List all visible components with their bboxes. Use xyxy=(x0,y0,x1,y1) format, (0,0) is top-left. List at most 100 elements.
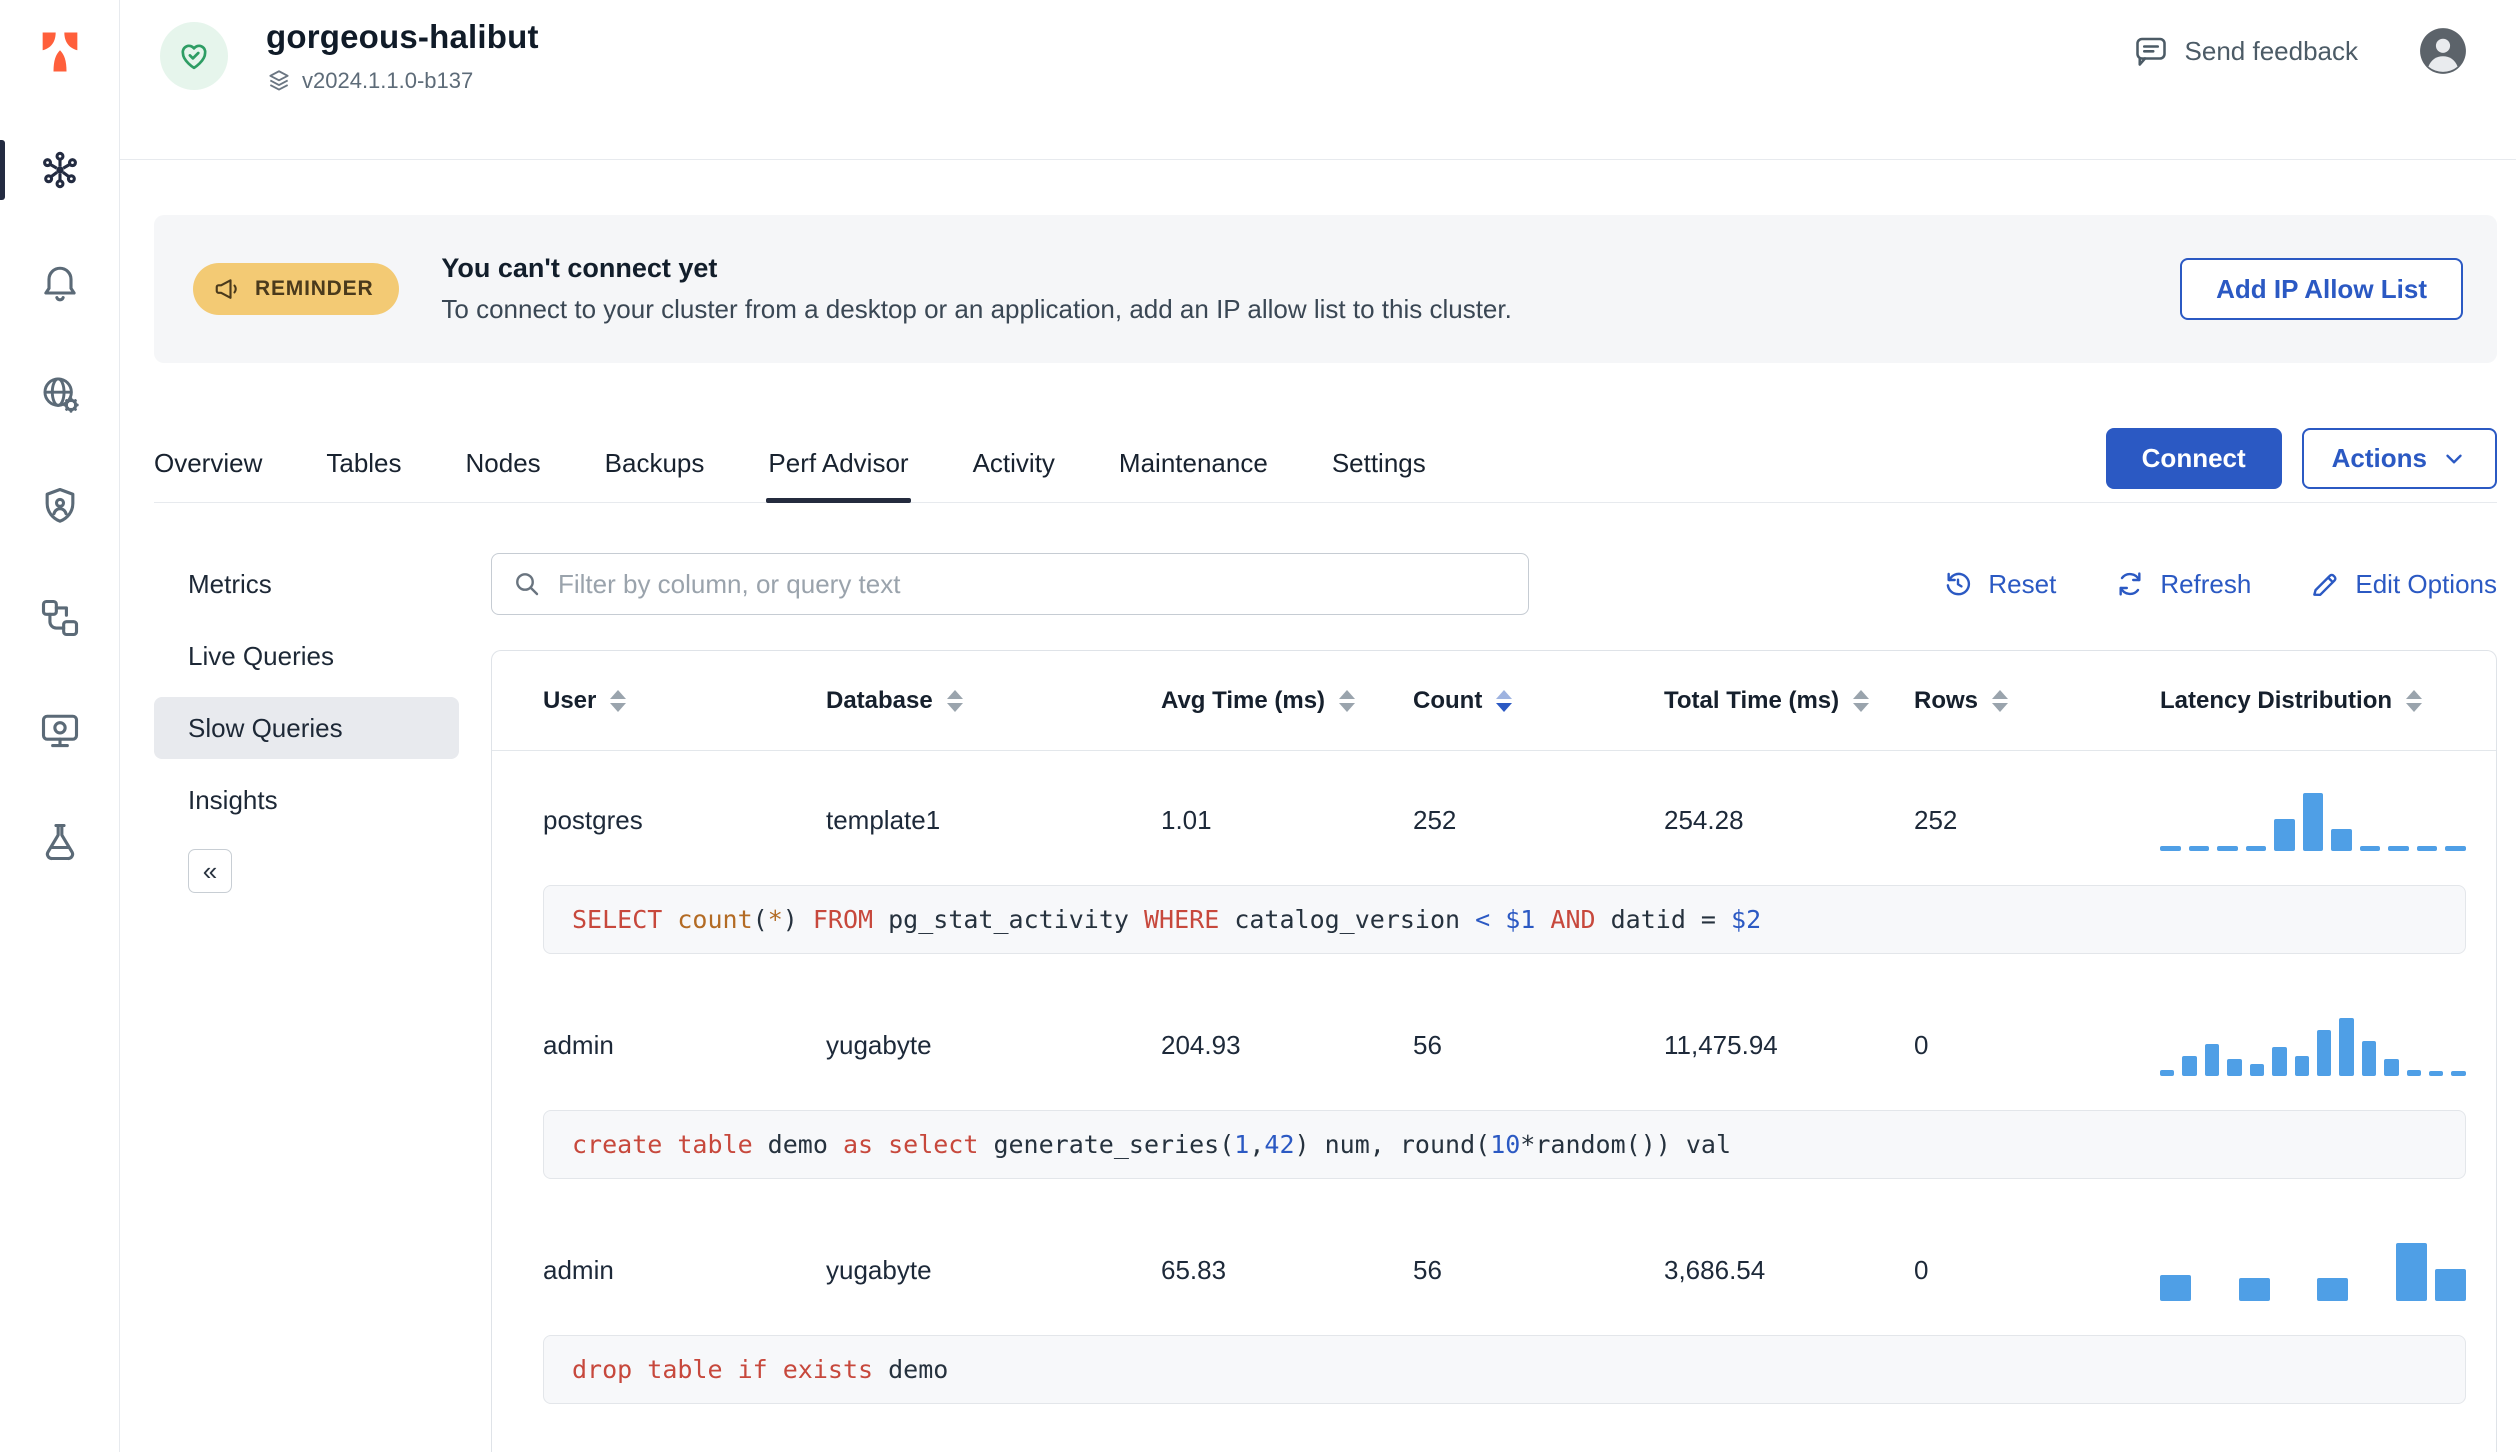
topbar-right: Send feedback xyxy=(2133,26,2468,76)
sidebar-item-usage[interactable] xyxy=(0,708,119,752)
cell-user: postgres xyxy=(543,804,643,835)
cell-latency xyxy=(2160,789,2467,851)
cell-total-time: 254.28 xyxy=(1664,804,1744,835)
sidebar-item-integrations[interactable] xyxy=(0,596,119,640)
cell-user: admin xyxy=(543,1254,614,1285)
search-icon xyxy=(511,568,543,600)
table-row[interactable]: admin yugabyte 65.83 56 3,686.54 0 xyxy=(492,1201,2496,1335)
sidebar-item-security[interactable] xyxy=(0,484,119,528)
version-label: v2024.1.1.0-b137 xyxy=(302,68,474,93)
sort-icon xyxy=(946,689,963,712)
cell-rows: 0 xyxy=(1914,1254,1929,1285)
sidebar-nav xyxy=(0,140,119,864)
clusters-icon xyxy=(42,151,77,189)
chevron-down-icon xyxy=(2446,454,2462,463)
add-ip-allow-list-button[interactable]: Add IP Allow List xyxy=(2180,258,2463,320)
cell-count: 252 xyxy=(1413,804,1457,835)
column-header-latency-distribution[interactable]: Latency Distribution xyxy=(2160,687,2466,715)
edit-options-label: Edit Options xyxy=(2355,568,2497,599)
actions-button[interactable]: Actions xyxy=(2301,428,2497,489)
slow-queries-panel: Reset Refresh xyxy=(491,553,2497,1452)
page-title: gorgeous-halibut xyxy=(266,18,539,55)
cell-avg-time: 65.83 xyxy=(1161,1254,1227,1285)
sidebar-item-clusters[interactable] xyxy=(0,140,119,200)
banner-text: You can't connect yet To connect to your… xyxy=(441,253,1511,325)
collapse-sidenav-button[interactable]: « xyxy=(188,849,232,893)
query-sql: SELECT count(*) FROM pg_stat_activity WH… xyxy=(572,905,1762,934)
shield-user-icon xyxy=(45,487,74,523)
sort-icon xyxy=(610,689,627,712)
refresh-button[interactable]: Refresh xyxy=(2114,568,2251,600)
tab-tables[interactable]: Tables xyxy=(326,425,401,502)
avatar[interactable] xyxy=(2418,26,2468,76)
megaphone-icon xyxy=(215,279,237,299)
bell-icon xyxy=(43,266,76,302)
banner-subtitle: To connect to your cluster from a deskto… xyxy=(441,294,1512,324)
actions-label: Actions xyxy=(2331,443,2427,473)
connect-button[interactable]: Connect xyxy=(2105,428,2282,489)
cell-total-time: 3,686.54 xyxy=(1664,1254,1766,1285)
reminder-badge-label: REMINDER xyxy=(255,277,374,300)
column-header-total-time[interactable]: Total Time (ms) xyxy=(1664,687,1914,715)
yugabyte-logo[interactable] xyxy=(0,0,119,78)
latency-histogram xyxy=(2160,1014,2466,1076)
feedback-bubble-icon xyxy=(2135,37,2166,66)
cell-rows: 0 xyxy=(1914,1029,1929,1060)
column-header-user[interactable]: User xyxy=(543,687,826,715)
tab-maintenance[interactable]: Maintenance xyxy=(1119,425,1268,502)
tab-activity[interactable]: Activity xyxy=(973,425,1055,502)
tab-backups[interactable]: Backups xyxy=(605,425,705,502)
send-feedback-button[interactable]: Send feedback xyxy=(2133,33,2358,69)
version-row: v2024.1.1.0-b137 xyxy=(266,68,539,94)
sort-icon xyxy=(1853,689,1870,712)
sidebar-item-labs[interactable] xyxy=(0,820,119,864)
cell-count: 56 xyxy=(1413,1254,1442,1285)
cell-rows: 252 xyxy=(1914,804,1958,835)
cluster-title-block: gorgeous-halibut v2024.1.1.0-b137 xyxy=(266,18,539,94)
cell-avg-time: 204.93 xyxy=(1161,1029,1241,1060)
main-row: Metrics Live Queries Slow Queries Insigh… xyxy=(154,553,2497,1452)
network-nodes-icon xyxy=(41,599,78,637)
tab-overview[interactable]: Overview xyxy=(154,425,262,502)
column-header-database[interactable]: Database xyxy=(826,687,1161,715)
send-feedback-label: Send feedback xyxy=(2184,35,2358,66)
cell-database: template1 xyxy=(826,804,941,835)
subnav-item-slow-queries[interactable]: Slow Queries xyxy=(154,697,459,759)
filter-wrap xyxy=(491,553,1529,615)
subnav-item-live-queries[interactable]: Live Queries xyxy=(154,625,459,687)
topbar: gorgeous-halibut v2024.1.1.0-b137 Send f… xyxy=(120,0,2516,160)
column-header-avg-time[interactable]: Avg Time (ms) xyxy=(1161,687,1413,715)
sort-icon xyxy=(2406,689,2423,712)
sidebar-item-regions[interactable] xyxy=(0,372,119,416)
query-text-box: SELECT count(*) FROM pg_stat_activity WH… xyxy=(543,885,2466,954)
flask-icon xyxy=(45,823,74,861)
slow-queries-table: User Database Avg Time (ms) Count Total … xyxy=(491,650,2497,1452)
table-row[interactable]: admin yugabyte 204.93 56 11,475.94 0 xyxy=(492,976,2496,1110)
latency-histogram xyxy=(2160,789,2467,851)
table-row[interactable]: postgres template1 1.01 252 254.28 252 xyxy=(492,751,2496,885)
sidebar-item-alerts[interactable] xyxy=(0,260,119,304)
tab-settings[interactable]: Settings xyxy=(1332,425,1426,502)
tabs-buttons: Connect Actions xyxy=(2105,428,2497,489)
refresh-icon xyxy=(2119,572,2141,596)
page: gorgeous-halibut v2024.1.1.0-b137 Send f… xyxy=(120,0,2516,1452)
cell-latency xyxy=(2160,1239,2466,1301)
billing-monitor-icon xyxy=(41,714,78,748)
filter-input[interactable] xyxy=(491,553,1529,615)
queries-toolbar: Reset Refresh xyxy=(491,553,2497,615)
reminder-banner: REMINDER You can't connect yet To connec… xyxy=(154,215,2497,363)
reset-history-icon xyxy=(1947,572,1971,596)
column-header-rows[interactable]: Rows xyxy=(1914,687,2160,715)
reminder-badge: REMINDER xyxy=(193,263,400,315)
query-sql: create table demo as select generate_ser… xyxy=(572,1130,1732,1159)
tab-nodes[interactable]: Nodes xyxy=(466,425,541,502)
pencil-icon xyxy=(2313,573,2337,596)
edit-options-button[interactable]: Edit Options xyxy=(2309,568,2497,600)
toolbar-links: Reset Refresh Edit Options xyxy=(1942,568,2497,600)
cell-user: admin xyxy=(543,1029,614,1060)
reset-button[interactable]: Reset xyxy=(1942,568,2056,600)
column-header-count[interactable]: Count xyxy=(1413,687,1664,715)
tab-perf-advisor[interactable]: Perf Advisor xyxy=(766,425,911,503)
subnav-item-metrics[interactable]: Metrics xyxy=(154,553,459,615)
subnav-item-insights[interactable]: Insights xyxy=(154,769,459,831)
